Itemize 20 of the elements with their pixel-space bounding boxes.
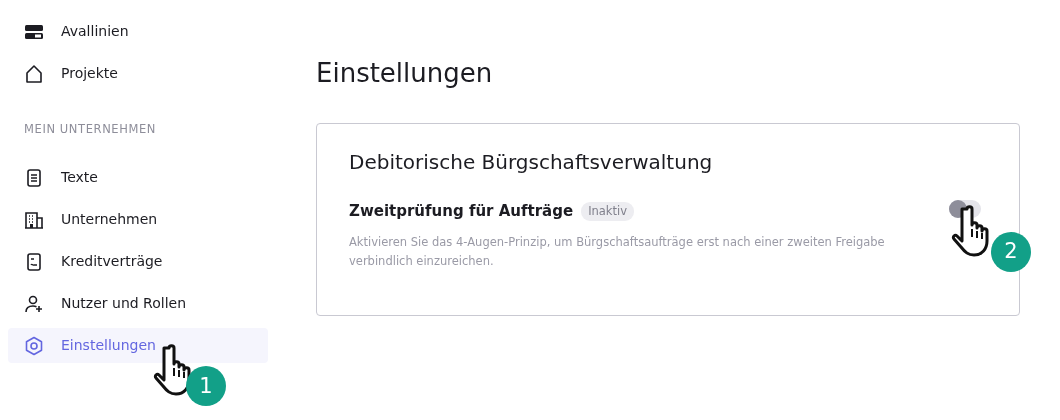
- contract-icon: [24, 251, 44, 272]
- card-title: Debitorische Bürgschaftsverwaltung: [349, 150, 714, 175]
- sidebar-item[interactable]: Texte: [8, 160, 268, 196]
- step-badge: 2: [991, 232, 1031, 273]
- document-icon: [24, 167, 44, 188]
- setting-label: Zweitprüfung für Aufträge: [349, 201, 574, 223]
- sidebar-item[interactable]: Unternehmen: [8, 202, 268, 238]
- sidebar-item[interactable]: Nutzer und Rollen: [8, 286, 268, 322]
- status-badge: Inaktiv: [581, 201, 635, 222]
- section-heading: MEIN UNTERNEHMEN: [24, 121, 158, 138]
- building-icon: [24, 209, 44, 230]
- settings-icon: [24, 335, 44, 356]
- setting-description: Aktivieren Sie das 4-Augen-Prinzip, um Bürgschaftsaufträge erst nach einer zweiten Freigabe verbindlich einzureichen.: [349, 233, 886, 270]
- step-badge: 1: [186, 366, 226, 407]
- sidebar-item[interactable]: Avallinien: [8, 14, 268, 49]
- sidebar-item[interactable]: Projekte: [8, 56, 268, 91]
- page-title: Einstellungen: [316, 58, 494, 90]
- sidebar-item[interactable]: Kreditverträge: [8, 244, 268, 280]
- user-plus-icon: [24, 293, 44, 314]
- house-icon: [24, 63, 44, 84]
